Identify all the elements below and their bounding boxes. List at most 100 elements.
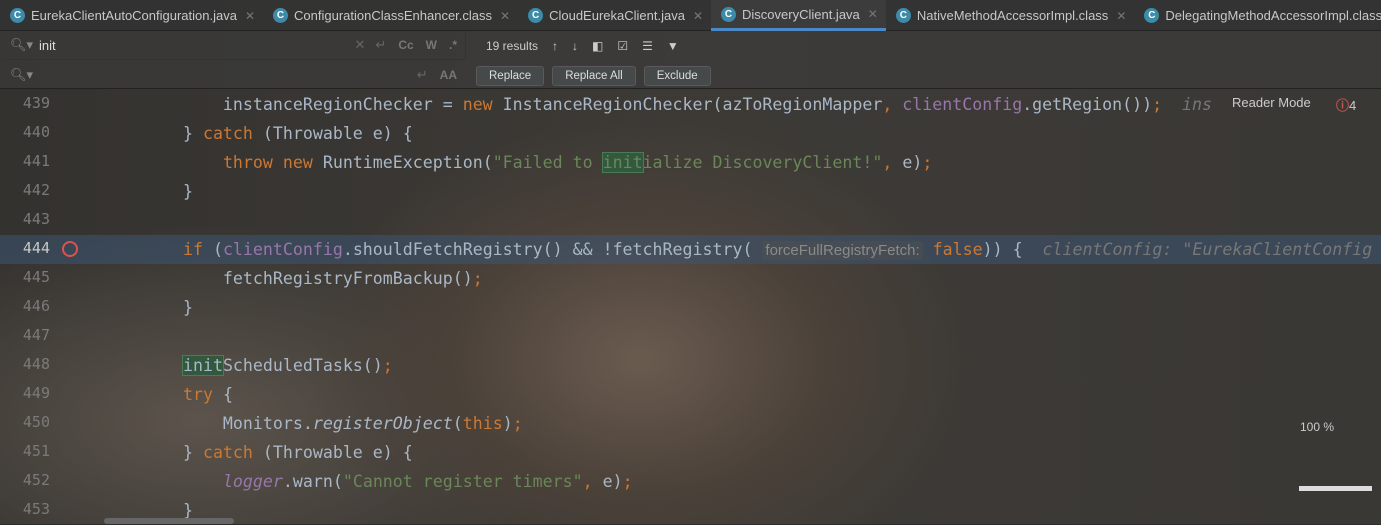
code-line: instanceRegionChecker = new InstanceRegi… bbox=[143, 90, 1212, 119]
code-token: e) bbox=[902, 153, 923, 172]
code-token: catch bbox=[202, 443, 253, 462]
code-token: ; bbox=[382, 356, 393, 375]
line-number: 445 bbox=[22, 268, 50, 286]
close-icon[interactable]: ✕ bbox=[693, 9, 703, 23]
exclude-button[interactable]: Exclude bbox=[643, 66, 711, 86]
line-number: 440 bbox=[22, 123, 50, 141]
code-token: ialize DiscoveryClient!" bbox=[642, 153, 883, 172]
gutter: 439 440 441 442 443 444 445 446 447 448 449 450 451 4… bbox=[0, 90, 100, 524]
code-token: try bbox=[182, 385, 213, 404]
code-line: } catch (Throwable e) { bbox=[143, 119, 413, 148]
line-number: 451 bbox=[22, 442, 50, 460]
line-number: 444 bbox=[22, 239, 50, 257]
class-file-icon: C bbox=[1144, 8, 1160, 23]
code-token: ; bbox=[622, 472, 633, 491]
code-token: ScheduledTasks() bbox=[222, 356, 383, 375]
match-case-toggle[interactable]: Cc bbox=[398, 38, 413, 52]
code-token: clientConfig bbox=[222, 240, 343, 259]
class-file-icon: C bbox=[528, 8, 544, 23]
line-number: 453 bbox=[22, 500, 50, 518]
code-token: ( bbox=[202, 240, 223, 259]
horizontal-scrollbar[interactable] bbox=[104, 518, 234, 524]
line-number: 447 bbox=[22, 326, 50, 344]
search-input[interactable]: init bbox=[39, 38, 354, 53]
reader-mode-button[interactable]: Reader Mode bbox=[1232, 95, 1311, 110]
zoom-progress bbox=[1299, 486, 1372, 491]
code-token: registerObject bbox=[312, 414, 453, 433]
code-token: init bbox=[601, 152, 644, 173]
tab-nativemethodaccessorimpl-class[interactable]: C NativeMethodAccessorImpl.class ✕ bbox=[886, 0, 1135, 31]
code-token: , bbox=[882, 95, 903, 114]
code-token: (Throwable e) { bbox=[252, 443, 413, 462]
multiline-icon[interactable]: ☰ bbox=[642, 39, 653, 53]
select-all-occurrences-icon[interactable]: ◧ bbox=[592, 39, 603, 53]
close-icon[interactable]: ✕ bbox=[245, 9, 255, 23]
class-file-icon: C bbox=[273, 8, 289, 23]
code-token: logger bbox=[222, 472, 283, 491]
breakpoint-icon[interactable] bbox=[62, 241, 78, 257]
in-selection-icon[interactable]: ☑ bbox=[617, 39, 628, 53]
code-token: .shouldFetchRegistry() && !fetchRegistry… bbox=[342, 240, 763, 259]
results-count: 19 results bbox=[486, 38, 539, 53]
tab-discoveryclient-java[interactable]: C DiscoveryClient.java ✕ bbox=[711, 0, 886, 31]
code-token: { bbox=[212, 385, 233, 404]
arrow-up-icon[interactable]: ↑ bbox=[552, 39, 558, 53]
whole-word-toggle[interactable]: W bbox=[426, 38, 437, 52]
code-token: ; bbox=[472, 269, 483, 288]
close-icon[interactable]: ✕ bbox=[868, 7, 878, 21]
code-token: ) bbox=[502, 414, 513, 433]
preserve-case-toggle[interactable]: AA bbox=[440, 68, 457, 82]
tab-delegatingmethodaccessorimpl-class[interactable]: CDelegatingMethodAccessorImpl.class✕ bbox=[1134, 0, 1381, 31]
code-token: ; bbox=[922, 153, 933, 172]
code-token: throw new bbox=[222, 153, 313, 172]
code-editor[interactable]: 439 440 441 442 443 444 445 446 447 448 449 450 451 4… bbox=[0, 90, 1381, 524]
clear-icon[interactable]: ✕ bbox=[355, 37, 366, 53]
code-token: "Failed to bbox=[492, 153, 603, 172]
code-token: new bbox=[462, 95, 493, 114]
line-number: 443 bbox=[22, 210, 50, 228]
code-token: e) bbox=[602, 472, 623, 491]
class-file-icon: C bbox=[721, 6, 737, 22]
newline-icon[interactable]: ↵ bbox=[375, 37, 386, 53]
code-line: logger.warn("Cannot register timers", e)… bbox=[143, 467, 633, 496]
error-indicator[interactable]: ⓘ4 bbox=[1336, 95, 1356, 114]
line-number: 452 bbox=[22, 471, 50, 489]
code-token: Monitors. bbox=[143, 414, 313, 433]
filter-icon[interactable]: ▼ bbox=[667, 39, 679, 53]
code-token: )) { bbox=[982, 240, 1023, 259]
code-token: , bbox=[882, 153, 903, 172]
replace-button[interactable]: Replace bbox=[476, 66, 545, 86]
replace-search-icon[interactable]: 🔍︎▾ bbox=[10, 67, 33, 83]
arrow-down-icon[interactable]: ↓ bbox=[572, 39, 578, 53]
code-line: fetchRegistryFromBackup(); bbox=[143, 264, 483, 293]
tab-cloudeurekaclient-java[interactable]: C CloudEurekaClient.java ✕ bbox=[518, 0, 711, 31]
code-token: } bbox=[143, 124, 203, 143]
tab-eurekaclientautoconfiguration-java[interactable]: C EurekaClientAutoConfiguration.java ✕ bbox=[0, 0, 263, 31]
search-icon[interactable]: 🔍︎▾ bbox=[10, 37, 33, 53]
tab-label: EurekaClientAutoConfiguration.java bbox=[31, 8, 237, 23]
line-number: 442 bbox=[22, 181, 50, 199]
code-token: false bbox=[932, 240, 983, 259]
tab-label: ConfigurationClassEnhancer.class bbox=[294, 8, 493, 23]
code-token: } bbox=[143, 182, 193, 201]
newline-icon[interactable]: ↵ bbox=[417, 67, 428, 83]
regex-toggle[interactable]: .* bbox=[449, 38, 457, 52]
code-line: initScheduledTasks(); bbox=[143, 351, 393, 380]
code-token: .warn( bbox=[282, 472, 343, 491]
code-line: throw new RuntimeException("Failed to in… bbox=[143, 148, 932, 177]
code-token: } bbox=[143, 298, 193, 317]
tab-label: DiscoveryClient.java bbox=[742, 6, 860, 22]
code-token: init bbox=[181, 355, 224, 376]
code-line: } bbox=[143, 177, 193, 206]
zoom-level: 100 % bbox=[1300, 420, 1335, 434]
code-token: fetchRegistryFromBackup() bbox=[143, 269, 473, 288]
code-line: Monitors.registerObject(this); bbox=[143, 409, 523, 438]
code-token: ; bbox=[1152, 95, 1163, 114]
tab-configurationclassenhancer-class[interactable]: C ConfigurationClassEnhancer.class ✕ bbox=[263, 0, 518, 31]
close-icon[interactable]: ✕ bbox=[500, 9, 510, 23]
close-icon[interactable]: ✕ bbox=[1116, 9, 1126, 23]
code-token: ( bbox=[452, 414, 463, 433]
replace-all-button[interactable]: Replace All bbox=[552, 66, 636, 86]
